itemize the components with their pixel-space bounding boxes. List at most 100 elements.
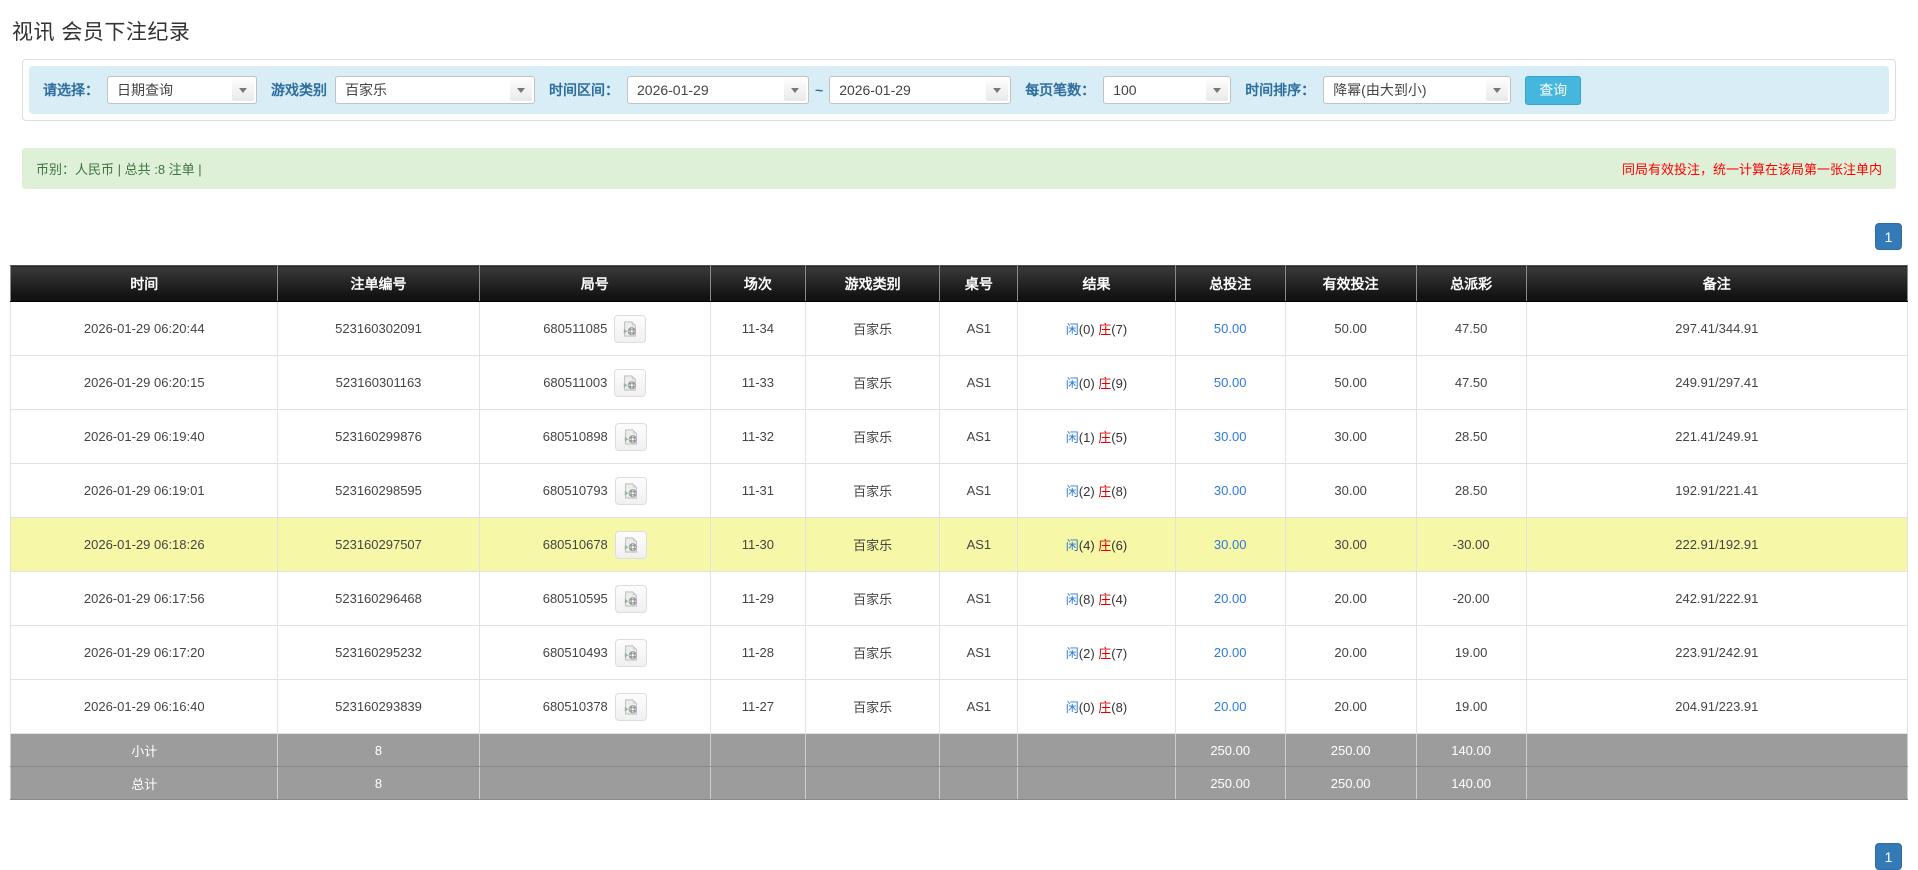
result-banker-label: 庄	[1098, 430, 1112, 445]
cell-round-id: 680511085	[478, 301, 711, 356]
cell-payout: 28.50	[1415, 463, 1527, 518]
cell-session: 11-33	[709, 355, 806, 410]
time-sort-label: 时间排序：	[1245, 82, 1316, 98]
video-replay-icon[interactable]	[614, 422, 647, 451]
table-row: 2026-01-29 06:17:20 523160295232 680510493…	[9, 625, 1909, 680]
total-bet-link[interactable]: 20.00	[1214, 645, 1247, 660]
total-bet-link[interactable]: 20.00	[1214, 699, 1247, 714]
grandtotal-row-cell-5	[939, 766, 1019, 800]
game-type-label: 游戏类别	[271, 82, 327, 98]
cell-payout: 19.00	[1415, 625, 1527, 680]
cell-table-no: AS1	[939, 301, 1019, 356]
cell-total-bet: 50.00	[1174, 355, 1286, 410]
video-replay-icon[interactable]	[614, 476, 647, 505]
date-from-select[interactable]: 2026-01-29	[627, 76, 809, 104]
result-player-count: (4)	[1078, 538, 1099, 553]
cell-bet-id: 523160302091	[277, 301, 480, 356]
cell-bet-id: 523160297507	[277, 517, 480, 572]
subtotal-row-cell-9: 140.00	[1415, 733, 1527, 767]
film-file-glyph	[624, 428, 637, 445]
grandtotal-row-cell-3	[709, 766, 806, 800]
cell-table-no: AS1	[939, 409, 1019, 464]
round-id-text: 680510793	[542, 483, 608, 498]
date-to-select[interactable]: 2026-01-29	[829, 76, 1012, 104]
video-replay-icon[interactable]	[614, 368, 647, 397]
bet-records-table: 时间 注单编号 局号 场次 游戏类别 桌号 结果 总投注 有效投注 总派彩 备注 2026-01-2…	[9, 265, 1909, 800]
round-id-text: 680511003	[543, 375, 608, 390]
result-banker-count: (7)	[1111, 322, 1128, 337]
cell-game-type: 百家乐	[804, 571, 941, 626]
round-id-group: 680510898	[543, 422, 647, 451]
currency-total-text: 币别：人民币 | 总共 :8 注单 |	[36, 162, 202, 177]
pagination-top: 1	[0, 223, 1902, 250]
search-button[interactable]: 查询	[1525, 75, 1582, 105]
total-bet-link[interactable]: 20.00	[1214, 591, 1247, 606]
date-range-separator: ~	[815, 82, 824, 98]
video-replay-icon[interactable]	[614, 638, 647, 667]
time-sort-value: 降幂(由大到小)	[1333, 82, 1427, 98]
film-file-glyph	[624, 536, 637, 553]
cell-bet-id: 523160293839	[277, 679, 480, 734]
total-bet-link[interactable]: 30.00	[1214, 483, 1247, 498]
filter-panel: 请选择： 日期查询 游戏类别 百家乐 时间区间： 2026-01-29 ~ 20…	[22, 59, 1896, 121]
subtotal-row-cell-3	[709, 733, 806, 767]
column-header-6: 结果	[1017, 265, 1176, 302]
column-header-7: 总投注	[1174, 265, 1286, 302]
subtotal-row-cell-6	[1017, 733, 1176, 767]
cell-round-id: 680510793	[478, 463, 711, 518]
query-mode-value: 日期查询	[117, 82, 173, 98]
subtotal-row-cell-1: 8	[277, 733, 480, 767]
cell-total-bet: 30.00	[1174, 409, 1286, 464]
grandtotal-row-cell-8: 250.00	[1284, 766, 1417, 800]
table-row: 2026-01-29 06:19:40 523160299876 680510898…	[9, 409, 1909, 464]
result-banker-count: (6)	[1111, 538, 1128, 553]
per-page-select[interactable]: 100	[1103, 76, 1232, 104]
video-replay-icon[interactable]	[614, 692, 647, 721]
query-mode-select[interactable]: 日期查询	[107, 76, 257, 104]
cell-time: 2026-01-29 06:20:15	[9, 355, 279, 410]
page-1-button[interactable]: 1	[1875, 223, 1902, 250]
game-type-select[interactable]: 百家乐	[335, 76, 535, 104]
result-player-label: 闲	[1065, 592, 1079, 607]
round-id-group: 680510793	[542, 476, 647, 505]
cell-game-type: 百家乐	[804, 355, 941, 410]
total-bet-link[interactable]: 30.00	[1214, 429, 1247, 444]
result-banker-count: (4)	[1111, 592, 1128, 607]
chevron-down-icon	[1486, 79, 1509, 101]
round-id-text: 680510678	[542, 537, 608, 552]
result-banker-label: 庄	[1098, 592, 1112, 607]
video-replay-icon[interactable]	[614, 584, 647, 613]
video-replay-icon[interactable]	[614, 530, 647, 559]
total-bet-link[interactable]: 50.00	[1214, 375, 1247, 390]
page-title: 视讯 会员下注纪录	[12, 21, 191, 44]
table-row: 2026-01-29 06:20:44 523160302091 680511085…	[9, 301, 1909, 356]
subtotal-row-cell-5	[939, 733, 1019, 767]
result-player-count: (2)	[1078, 484, 1099, 499]
total-bet-link[interactable]: 30.00	[1214, 537, 1247, 552]
cell-round-id: 680510595	[478, 571, 711, 626]
cell-remark: 204.91/223.91	[1525, 679, 1909, 734]
grandtotal-row-cell-9: 140.00	[1415, 766, 1527, 800]
video-replay-icon[interactable]	[614, 314, 647, 343]
result-player-label: 闲	[1065, 646, 1079, 661]
cell-total-bet: 20.00	[1174, 679, 1286, 734]
column-header-5: 桌号	[939, 265, 1019, 302]
result-player-label: 闲	[1065, 376, 1079, 391]
column-header-8: 有效投注	[1284, 265, 1417, 302]
page-1-button[interactable]: 1	[1875, 843, 1902, 870]
round-id-group: 680511085	[543, 314, 647, 343]
film-file-glyph	[624, 482, 637, 499]
column-header-0: 时间	[9, 265, 279, 302]
cell-payout: 19.00	[1415, 679, 1527, 734]
table-header-row: 时间 注单编号 局号 场次 游戏类别 桌号 结果 总投注 有效投注 总派彩 备注	[9, 265, 1909, 302]
time-sort-select[interactable]: 降幂(由大到小)	[1323, 76, 1512, 104]
total-bet-link[interactable]: 50.00	[1214, 321, 1247, 336]
grandtotal-row-cell-0: 总计	[9, 766, 279, 800]
column-header-2: 局号	[478, 265, 711, 302]
cell-bet-id: 523160299876	[277, 409, 480, 464]
table-row: 2026-01-29 06:18:26 523160297507 680510678…	[9, 517, 1909, 572]
cell-game-type: 百家乐	[804, 625, 941, 680]
cell-game-type: 百家乐	[804, 301, 941, 356]
cell-table-no: AS1	[939, 355, 1019, 410]
grandtotal-row-cell-1: 8	[277, 766, 480, 800]
